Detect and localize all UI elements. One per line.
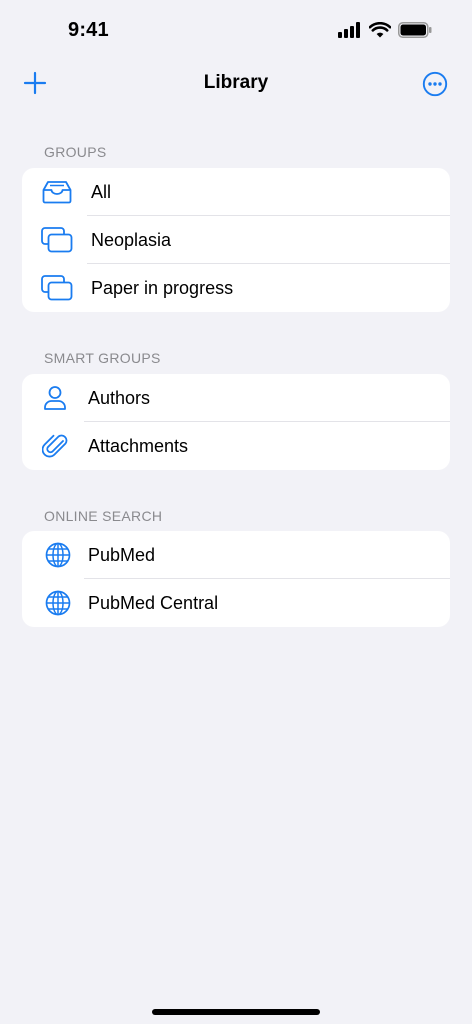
list-item-authors[interactable]: Authors	[22, 374, 450, 422]
nav-bar: Library	[0, 62, 472, 106]
globe-icon	[41, 588, 75, 618]
status-bar: 9:41	[0, 0, 472, 62]
list-item-paper-in-progress[interactable]: Paper in progress	[22, 264, 450, 312]
list-item-label: Paper in progress	[91, 278, 234, 298]
list-item-all[interactable]: All	[22, 168, 450, 216]
paperclip-icon	[38, 431, 72, 461]
folders-icon	[40, 225, 74, 255]
section-header-groups: GROUPS	[44, 144, 107, 160]
list-item-pubmed-central[interactable]: PubMed Central	[22, 579, 450, 627]
home-indicator[interactable]	[152, 1009, 320, 1015]
folders-icon	[40, 273, 74, 303]
list-item-label: All	[91, 182, 112, 202]
list-item-label: Authors	[88, 388, 151, 408]
list-item-label: PubMed Central	[88, 593, 219, 613]
groups-card: All Neoplasia Paper in progress	[22, 168, 450, 312]
list-item-pubmed[interactable]: PubMed	[22, 531, 450, 579]
list-item-neoplasia[interactable]: Neoplasia	[22, 216, 450, 264]
list-item-label: Neoplasia	[91, 230, 172, 250]
section-header-online-search: ONLINE SEARCH	[44, 508, 163, 524]
status-time: 9:41	[68, 19, 109, 41]
page-title: Library	[203, 72, 269, 93]
battery-icon	[398, 22, 432, 43]
list-item-label: Attachments	[88, 436, 189, 456]
ellipsis-circle-icon	[422, 71, 448, 97]
list-item-attachments[interactable]: Attachments	[22, 422, 450, 470]
cellular-signal-icon	[338, 22, 362, 43]
globe-icon	[41, 540, 75, 570]
list-item-label: PubMed	[88, 545, 156, 565]
section-header-smart-groups: SMART GROUPS	[44, 350, 161, 366]
smart-groups-card: Authors Attachments	[22, 374, 450, 470]
more-button[interactable]	[422, 71, 448, 97]
person-icon	[38, 383, 72, 413]
tray-icon	[40, 177, 74, 207]
wifi-icon	[368, 22, 392, 43]
status-icons	[338, 22, 432, 43]
online-search-card: PubMed PubMed Central	[22, 531, 450, 627]
